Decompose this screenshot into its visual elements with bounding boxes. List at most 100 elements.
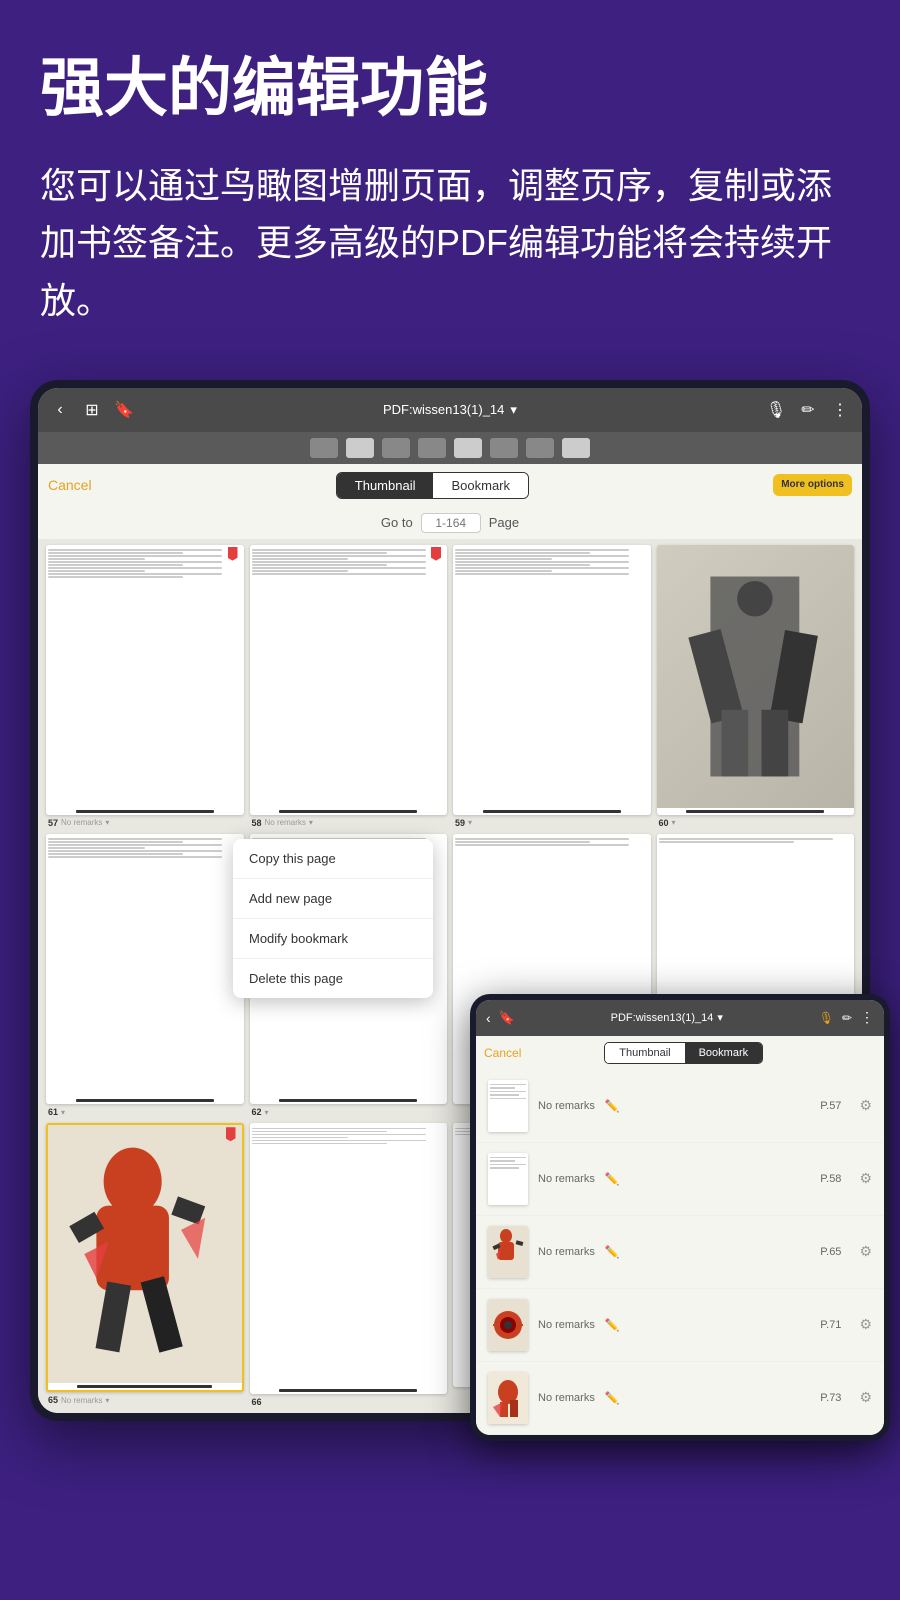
bookmark-flag-58 [431, 547, 441, 561]
bk-settings-71[interactable]: ⚙ [859, 1316, 872, 1333]
tab-bar: Cancel Thumbnail Bookmark More options [38, 464, 862, 507]
tool-5[interactable] [454, 438, 482, 458]
bk-edit-icon-65[interactable]: ✏️ [605, 1245, 620, 1259]
underline-60 [686, 810, 824, 813]
more-options-button[interactable]: More options [773, 474, 852, 496]
bk-edit-icon-58[interactable]: ✏️ [605, 1172, 620, 1186]
tool-1[interactable] [310, 438, 338, 458]
sec-tab-thumbnail[interactable]: Thumbnail [605, 1043, 684, 1063]
art-figure-60 [657, 545, 855, 808]
tool-4[interactable] [418, 438, 446, 458]
bookmark-item-57[interactable]: No remarks ✏️ P.57 ⚙ [476, 1070, 884, 1143]
sec-cancel-button[interactable]: Cancel [484, 1046, 521, 1060]
topbar-left: ‹ ⊞ 🔖 [50, 400, 134, 420]
tool-2[interactable] [346, 438, 374, 458]
tab-thumbnail[interactable]: Thumbnail [337, 473, 434, 498]
secondary-device: ‹ 🔖 PDF:wissen13(1)_14 ▾ 🎙 ✏ ⋮ Cancel Th… [470, 994, 890, 1441]
bookmark-item-58[interactable]: No remarks ✏️ P.58 ⚙ [476, 1143, 884, 1216]
toolbar-strip [38, 432, 862, 464]
thumb-label-65: 65 No remarks ▾ [46, 1395, 244, 1405]
thumb-57[interactable]: 57 No remarks ▾ [46, 545, 244, 828]
thumb-label-58: 58 No remarks ▾ [250, 818, 448, 828]
thumb-label-61: 61 ▾ [46, 1107, 244, 1117]
underline-65 [77, 1385, 212, 1388]
text-64 [657, 834, 855, 848]
bookmark-item-65[interactable]: No remarks ✏️ P.65 ⚙ [476, 1216, 884, 1289]
topbar-right: 🎙 ✏ ⋮ [766, 400, 850, 420]
thumb-58[interactable]: 58 No remarks ▾ [250, 545, 448, 828]
thumb-card-66[interactable] [250, 1123, 448, 1393]
underline-57 [76, 810, 214, 813]
bk-thumb-71 [488, 1299, 528, 1351]
thumb-card-58[interactable] [250, 545, 448, 815]
context-copy-page[interactable]: Copy this page [233, 839, 433, 879]
bookmark-item-73[interactable]: No remarks ✏️ P.73 ⚙ [476, 1362, 884, 1435]
bk-edit-icon-73[interactable]: ✏️ [605, 1391, 620, 1405]
sec-topbar-left: ‹ 🔖 [486, 1010, 515, 1026]
tool-8[interactable] [562, 438, 590, 458]
header-section: 强大的编辑功能 您可以通过鸟瞰图增删页面，调整页序，复制或添加书签备注。更多高级… [0, 0, 900, 350]
thumb-65[interactable]: 65 No remarks ▾ [46, 1123, 244, 1406]
sec-mic-icon[interactable]: 🎙 [819, 1011, 834, 1025]
thumb-card-65[interactable] [46, 1123, 244, 1392]
sec-more-icon[interactable]: ⋮ [860, 1009, 874, 1026]
sec-back-icon[interactable]: ‹ [486, 1010, 491, 1026]
bk-page-57: P.57 [820, 1100, 841, 1112]
thumb-59[interactable]: 59 ▾ [453, 545, 651, 828]
thumb-61[interactable]: 61 ▾ [46, 834, 244, 1117]
back-icon[interactable]: ‹ [50, 400, 70, 420]
bk-remark-57: No remarks [538, 1100, 595, 1112]
thumb-label-57: 57 No remarks ▾ [46, 818, 244, 828]
text-63 [453, 834, 651, 851]
mic-icon[interactable]: 🎙 [766, 400, 786, 420]
device-area: ‹ ⊞ 🔖 PDF:wissen13(1)_14 ▾ 🎙 ✏ ⋮ [0, 350, 900, 1421]
bk-edit-icon-57[interactable]: ✏️ [605, 1099, 620, 1113]
bk-edit-icon-71[interactable]: ✏️ [605, 1318, 620, 1332]
chevron-icon[interactable]: ▾ [510, 402, 517, 418]
tool-7[interactable] [526, 438, 554, 458]
thumb-img-57 [46, 545, 244, 808]
sec-pen-icon[interactable]: ✏ [842, 1011, 852, 1025]
tab-bookmark[interactable]: Bookmark [433, 473, 528, 498]
tool-3[interactable] [382, 438, 410, 458]
thumb-card-61[interactable] [46, 834, 244, 1104]
bk-settings-73[interactable]: ⚙ [859, 1389, 872, 1406]
bookmark-item-71[interactable]: No remarks ✏️ P.71 ⚙ [476, 1289, 884, 1362]
bk-settings-58[interactable]: ⚙ [859, 1170, 872, 1187]
pen-icon[interactable]: ✏ [798, 400, 818, 420]
text-61 [46, 834, 244, 863]
filename-label: PDF:wissen13(1)_14 [383, 402, 504, 417]
thumb-card-57[interactable] [46, 545, 244, 815]
context-delete-page[interactable]: Delete this page [233, 959, 433, 998]
context-add-page[interactable]: Add new page [233, 879, 433, 919]
thumb-img-61 [46, 834, 244, 1097]
bookmark-icon[interactable]: 🔖 [114, 400, 134, 420]
more-icon[interactable]: ⋮ [830, 400, 850, 420]
thumb-card-60[interactable] [657, 545, 855, 815]
sec-tab-group: Thumbnail Bookmark [604, 1042, 763, 1064]
thumb-66[interactable]: 66 [250, 1123, 448, 1406]
tool-6[interactable] [490, 438, 518, 458]
bk-page-71: P.71 [820, 1319, 841, 1331]
grid-icon[interactable]: ⊞ [82, 400, 102, 420]
sec-bookmark-icon[interactable]: 🔖 [499, 1010, 515, 1026]
artwork-svg-60 [666, 558, 844, 795]
bk-remark-58: No remarks [538, 1173, 595, 1185]
goto-prefix: Go to [381, 515, 413, 530]
page-number-input[interactable] [421, 513, 481, 533]
thumb-60[interactable]: 60 ▾ [657, 545, 855, 828]
bk-settings-57[interactable]: ⚙ [859, 1097, 872, 1114]
thumb-label-59: 59 ▾ [453, 818, 651, 828]
bookmark-list: No remarks ✏️ P.57 ⚙ No [476, 1070, 884, 1435]
sec-tab-bookmark[interactable]: Bookmark [685, 1043, 763, 1063]
bk-settings-65[interactable]: ⚙ [859, 1243, 872, 1260]
thumb-img-58 [250, 545, 448, 808]
sec-chevron-icon[interactable]: ▾ [717, 1011, 723, 1024]
thumb-img-66 [250, 1123, 448, 1386]
thumb-card-59[interactable] [453, 545, 651, 815]
context-modify-bookmark[interactable]: Modify bookmark [233, 919, 433, 959]
bk-thumb-58 [488, 1153, 528, 1205]
text-57 [46, 545, 244, 583]
thumb-img-65 [48, 1125, 242, 1383]
cancel-button[interactable]: Cancel [48, 477, 92, 493]
